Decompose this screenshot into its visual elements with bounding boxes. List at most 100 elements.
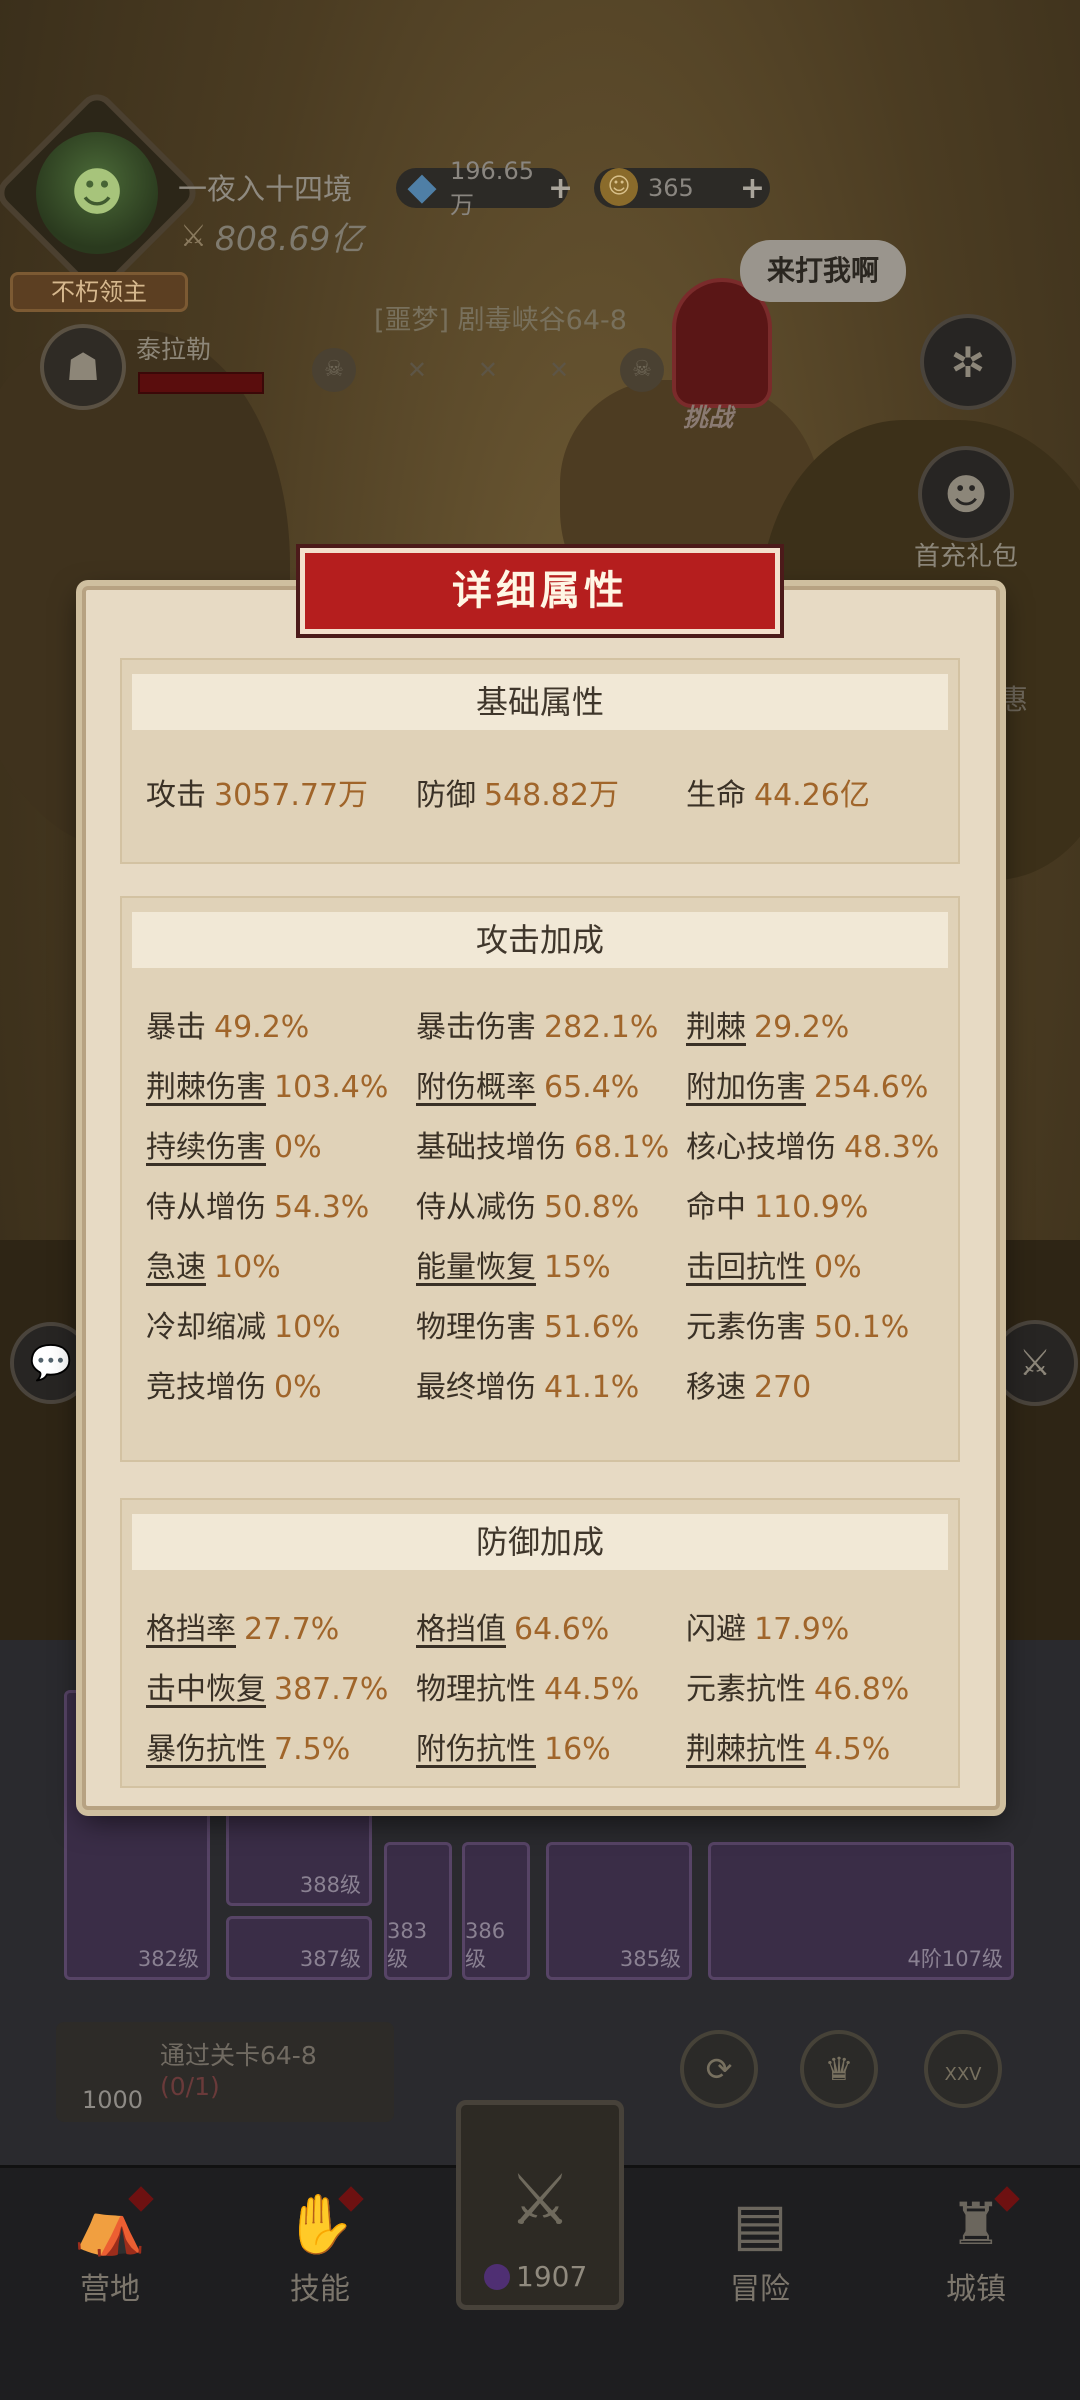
attribute-label: 最终增伤 — [416, 1370, 536, 1405]
attribute-row[interactable]: 击中恢复 387.7% — [146, 1660, 416, 1720]
attribute-value: 254.6% — [814, 1070, 929, 1105]
attribute-label: 侍从减伤 — [416, 1190, 536, 1225]
section-attack-bonus: 攻击加成 暴击 49.2% 暴击伤害 282.1% 荆棘 29.2% 荆棘伤害 103.4% 附… — [120, 896, 960, 1462]
attribute-row: 生命 44.26亿 — [686, 766, 956, 826]
attribute-label: 移速 — [686, 1370, 746, 1405]
attribute-label[interactable]: 格挡率 — [146, 1612, 236, 1647]
section-title: 攻击加成 — [132, 912, 948, 968]
attribute-value: 46.8% — [814, 1672, 910, 1707]
attribute-label[interactable]: 附伤抗性 — [416, 1732, 536, 1767]
attribute-value: 282.1% — [544, 1010, 659, 1045]
attribute-row[interactable]: 持续伤害 0% — [146, 1118, 416, 1178]
attribute-value: 64.6% — [514, 1612, 610, 1647]
attribute-value: 270 — [754, 1370, 812, 1405]
attribute-value: 17.9% — [754, 1612, 850, 1647]
attribute-label: 竞技增伤 — [146, 1370, 266, 1405]
attribute-row: 攻击 3057.77万 — [146, 766, 416, 826]
attribute-label[interactable]: 持续伤害 — [146, 1130, 266, 1165]
section-basic-attributes: 基础属性 攻击 3057.77万 防御 548.82万 生命 44.26亿 — [120, 658, 960, 864]
attribute-label[interactable]: 荆棘 — [686, 1010, 746, 1045]
attribute-label[interactable]: 格挡值 — [416, 1612, 506, 1647]
attribute-value: 29.2% — [754, 1010, 850, 1045]
attribute-value: 44.26亿 — [754, 778, 870, 813]
attribute-row[interactable]: 暴伤抗性 7.5% — [146, 1720, 416, 1780]
attribute-row[interactable]: 附伤概率 65.4% — [416, 1058, 686, 1118]
attribute-row: 最终增伤 41.1% — [416, 1358, 686, 1418]
attribute-label: 生命 — [686, 778, 746, 813]
attribute-value: 103.4% — [274, 1070, 389, 1105]
attribute-value: 49.2% — [214, 1010, 310, 1045]
attribute-value: 10% — [274, 1310, 341, 1345]
attribute-label[interactable]: 荆棘抗性 — [686, 1732, 806, 1767]
attribute-value: 0% — [814, 1250, 862, 1285]
attribute-label[interactable]: 击中恢复 — [146, 1672, 266, 1707]
attribute-row: 元素伤害 50.1% — [686, 1298, 956, 1358]
attribute-row: 元素抗性 46.8% — [686, 1660, 956, 1720]
attribute-value: 0% — [274, 1130, 322, 1165]
attribute-grid: 攻击 3057.77万 防御 548.82万 生命 44.26亿 — [146, 766, 948, 826]
attribute-row: 防御 548.82万 — [416, 766, 686, 826]
attribute-label[interactable]: 能量恢复 — [416, 1250, 536, 1285]
attribute-row[interactable]: 急速 10% — [146, 1238, 416, 1298]
attribute-label[interactable]: 荆棘伤害 — [146, 1070, 266, 1105]
attribute-row: 冷却缩减 10% — [146, 1298, 416, 1358]
attribute-value: 0% — [274, 1370, 322, 1405]
attribute-label: 防御 — [416, 778, 476, 813]
attribute-label: 攻击 — [146, 778, 206, 813]
attribute-label: 物理抗性 — [416, 1672, 536, 1707]
attribute-row[interactable]: 格挡率 27.7% — [146, 1600, 416, 1660]
attribute-row: 暴击伤害 282.1% — [416, 998, 686, 1058]
attribute-value: 387.7% — [274, 1672, 389, 1707]
attribute-label: 闪避 — [686, 1612, 746, 1647]
attribute-grid: 暴击 49.2% 暴击伤害 282.1% 荆棘 29.2% 荆棘伤害 103.4% 附伤概率 65… — [146, 998, 948, 1418]
attribute-value: 7.5% — [274, 1732, 351, 1767]
section-title: 基础属性 — [132, 674, 948, 730]
modal-title: 详细属性 — [296, 544, 784, 638]
attribute-label[interactable]: 击回抗性 — [686, 1250, 806, 1285]
attribute-row: 基础技增伤 68.1% — [416, 1118, 686, 1178]
attribute-label[interactable]: 急速 — [146, 1250, 206, 1285]
attribute-row[interactable]: 击回抗性 0% — [686, 1238, 956, 1298]
attribute-row[interactable]: 荆棘伤害 103.4% — [146, 1058, 416, 1118]
attribute-label: 冷却缩减 — [146, 1310, 266, 1345]
attribute-label: 物理伤害 — [416, 1310, 536, 1345]
attribute-grid: 格挡率 27.7% 格挡值 64.6% 闪避 17.9% 击中恢复 387.7% 物理抗性 44.… — [146, 1600, 948, 1780]
attribute-row: 侍从减伤 50.8% — [416, 1178, 686, 1238]
attribute-value: 48.3% — [844, 1130, 940, 1165]
attribute-value: 54.3% — [274, 1190, 370, 1225]
attribute-label: 暴击 — [146, 1010, 206, 1045]
attribute-row[interactable]: 荆棘 29.2% — [686, 998, 956, 1058]
attribute-value: 4.5% — [814, 1732, 891, 1767]
attribute-value: 50.1% — [814, 1310, 910, 1345]
attribute-row[interactable]: 附加伤害 254.6% — [686, 1058, 956, 1118]
attribute-row: 物理抗性 44.5% — [416, 1660, 686, 1720]
attribute-label[interactable]: 暴伤抗性 — [146, 1732, 266, 1767]
attribute-label[interactable]: 附伤概率 — [416, 1070, 536, 1105]
attribute-row: 竞技增伤 0% — [146, 1358, 416, 1418]
attribute-value: 3057.77万 — [214, 778, 369, 813]
attribute-value: 16% — [544, 1732, 611, 1767]
attribute-value: 15% — [544, 1250, 611, 1285]
attribute-row: 闪避 17.9% — [686, 1600, 956, 1660]
attribute-row: 移速 270 — [686, 1358, 956, 1418]
attribute-value: 548.82万 — [484, 778, 619, 813]
attribute-value: 110.9% — [754, 1190, 869, 1225]
attribute-row[interactable]: 格挡值 64.6% — [416, 1600, 686, 1660]
attribute-label[interactable]: 附加伤害 — [686, 1070, 806, 1105]
attribute-label: 暴击伤害 — [416, 1010, 536, 1045]
section-title: 防御加成 — [132, 1514, 948, 1570]
attribute-value: 51.6% — [544, 1310, 640, 1345]
attribute-label: 基础技增伤 — [416, 1130, 566, 1165]
attribute-row[interactable]: 附伤抗性 16% — [416, 1720, 686, 1780]
attribute-label: 侍从增伤 — [146, 1190, 266, 1225]
attribute-row: 命中 110.9% — [686, 1178, 956, 1238]
attribute-value: 65.4% — [544, 1070, 640, 1105]
attribute-value: 27.7% — [244, 1612, 340, 1647]
section-defense-bonus: 防御加成 格挡率 27.7% 格挡值 64.6% 闪避 17.9% 击中恢复 387.7% 物理… — [120, 1498, 960, 1788]
attribute-row[interactable]: 荆棘抗性 4.5% — [686, 1720, 956, 1780]
attribute-value: 44.5% — [544, 1672, 640, 1707]
attribute-row[interactable]: 能量恢复 15% — [416, 1238, 686, 1298]
attribute-value: 41.1% — [544, 1370, 640, 1405]
attribute-label: 元素抗性 — [686, 1672, 806, 1707]
attribute-row: 暴击 49.2% — [146, 998, 416, 1058]
